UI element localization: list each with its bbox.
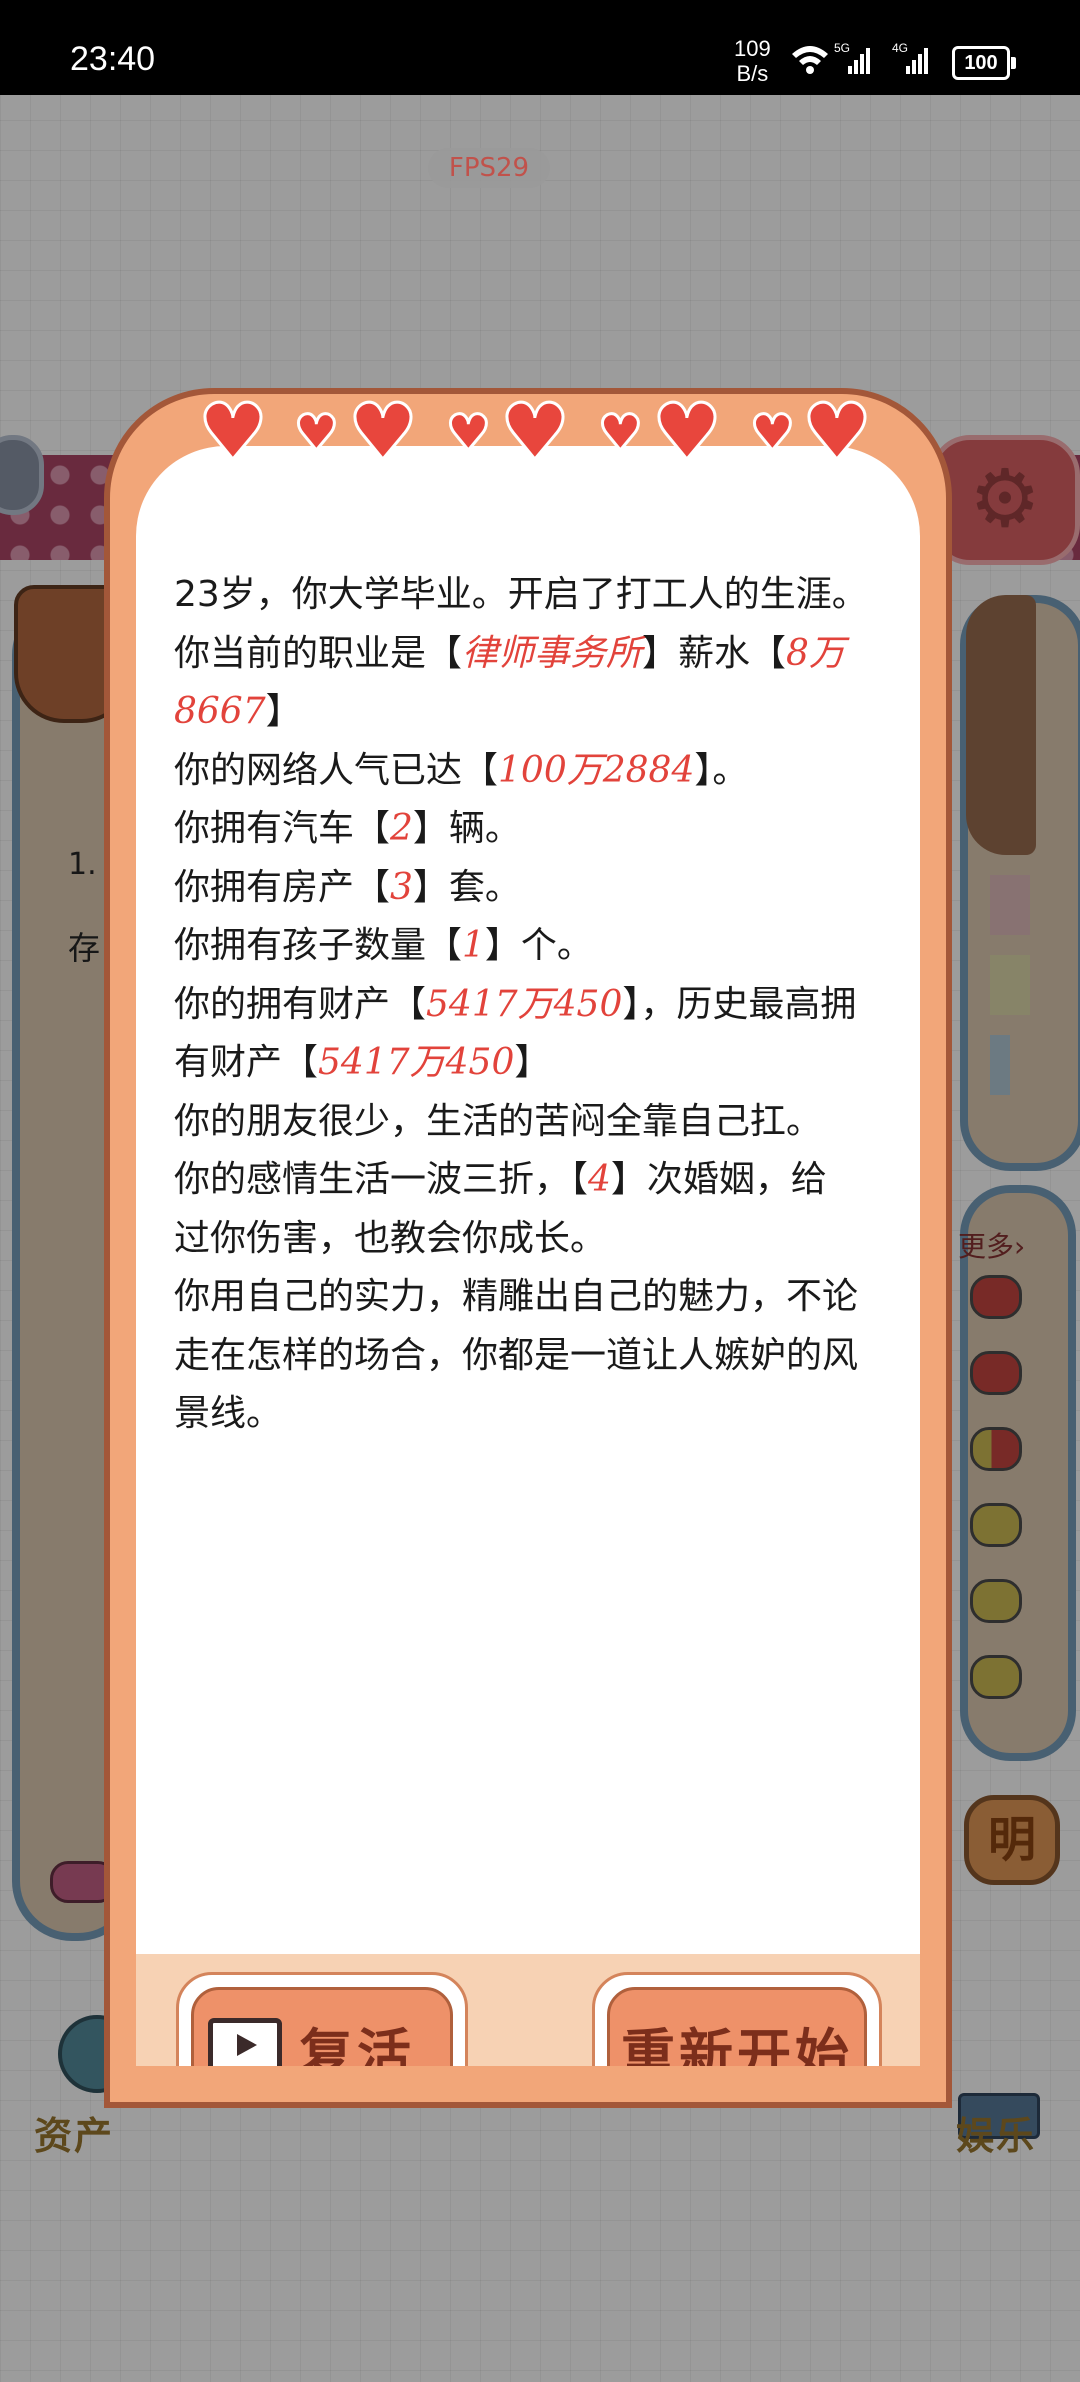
story-text: 】次婚姻，给 (610, 1159, 827, 1200)
story-line: 有财产【5417万450】 (174, 1034, 920, 1093)
fps-counter: FPS29 (428, 148, 550, 188)
story-text: 】辆。 (412, 808, 521, 849)
story-text: 】薪水【 (642, 632, 787, 674)
story-text: 】 (265, 691, 302, 732)
heart-icon: ♥ (597, 403, 645, 464)
story-highlight: 2 (390, 808, 413, 849)
result-dialog: 23岁，你大学毕业。开启了打工人的生涯。 你当前的职业是【律师事务所】薪水【8万 8… (104, 387, 952, 2108)
life-story-text: 23岁，你大学毕业。开启了打工人的生涯。 你当前的职业是【律师事务所】薪水【8万 8… (174, 566, 920, 1444)
story-text: 你拥有孩子数量【 (174, 925, 463, 966)
story-line: 你拥有汽车【2】辆。 (174, 800, 920, 859)
story-line: 过你伤害，也教会你成长。 (174, 1210, 920, 1269)
network-4g-label: 4G (892, 41, 908, 55)
story-text: 你拥有汽车【 (174, 808, 391, 849)
story-line: 走在怎样的场合，你都是一道让人嫉妒的风 (174, 1327, 920, 1386)
network-speed-value: 109 (734, 36, 771, 61)
restart-label: 重新开始 (621, 2023, 853, 2066)
story-highlight: 8667 (174, 691, 266, 732)
revive-button[interactable]: 复活 (176, 1972, 468, 2066)
story-highlight: 3 (390, 866, 413, 908)
story-line: 你的拥有财产【5417万450】，历史最高拥 (174, 976, 920, 1035)
story-highlight: 100万2884 (498, 749, 695, 791)
heart-icon: ♥ (651, 387, 724, 480)
heart-icon: ♥ (499, 387, 572, 480)
status-time: 23:40 (70, 40, 156, 78)
story-line: 你的朋友很少，生活的苦闷全靠自己扛。 (174, 1093, 920, 1152)
story-line: 你拥有房产【3】套。 (174, 859, 920, 918)
story-text: 你用自己的实力，精雕出自己的魅力，不论 (174, 1276, 859, 1317)
story-line: 景线。 (174, 1385, 920, 1444)
wifi-icon (792, 46, 828, 74)
story-text: 】套。 (412, 866, 521, 908)
story-line: 你当前的职业是【律师事务所】薪水【8万 (174, 625, 920, 684)
story-highlight: 1 (462, 925, 485, 966)
story-line: 8667】 (174, 683, 920, 742)
revive-button-face: 复活 (191, 1987, 453, 2066)
story-text: 你拥有房产【 (174, 866, 391, 908)
story-text: 有财产【 (174, 1042, 319, 1083)
restart-button[interactable]: 重新开始 (592, 1972, 882, 2066)
revive-label: 复活 (299, 2023, 415, 2066)
battery-icon: 100 (952, 46, 1016, 80)
signal-5g-icon (848, 48, 870, 74)
heart-icon: ♥ (197, 387, 270, 480)
heart-icon: ♥ (801, 387, 874, 480)
dialog-actions: 复活 重新开始 (136, 1954, 920, 2066)
restart-button-face: 重新开始 (607, 1987, 867, 2066)
heart-garland: ♥ ♥ ♥ ♥ ♥ ♥ ♥ ♥ ♥ (197, 387, 878, 480)
story-text: 你的网络人气已达【 (174, 749, 499, 791)
story-text: 你当前的职业是【 (174, 632, 463, 674)
story-highlight: 5417万450 (426, 983, 623, 1025)
story-text: 景线。 (174, 1393, 283, 1434)
network-speed: 109 B/s (734, 36, 771, 86)
story-text: 】，历史最高拥 (622, 983, 857, 1025)
story-text: 】。 (694, 749, 749, 791)
story-line: 你的网络人气已达【100万2884】。 (174, 742, 920, 801)
story-line: 23岁，你大学毕业。开启了打工人的生涯。 (174, 566, 920, 625)
story-highlight: 8万 (786, 632, 845, 674)
story-text: 过你伤害，也教会你成长。 (174, 1217, 607, 1259)
story-line: 你拥有孩子数量【1】个。 (174, 917, 920, 976)
heart-icon: ♥ (445, 403, 493, 464)
story-highlight: 律师事务所 (462, 632, 643, 674)
story-highlight: 5417万450 (318, 1042, 515, 1083)
story-text: 】个。 (484, 925, 593, 966)
signal-4g-icon (906, 48, 928, 74)
story-text: 23岁，你大学毕业。开启了打工人的生涯。 (174, 574, 868, 615)
story-line: 你用自己的实力，精雕出自己的魅力，不论 (174, 1268, 920, 1327)
heart-icon: ♥ (347, 387, 420, 480)
story-line: 你的感情生活一波三折，【4】次婚姻，给 (174, 1151, 920, 1210)
story-text: 】 (514, 1042, 551, 1083)
story-text: 你的感情生活一波三折，【 (174, 1159, 589, 1200)
network-5g-label: 5G (834, 41, 850, 55)
network-speed-unit: B/s (736, 61, 769, 86)
heart-icon: ♥ (293, 403, 341, 464)
story-text: 你的拥有财产【 (174, 983, 427, 1025)
dialog-content: 23岁，你大学毕业。开启了打工人的生涯。 你当前的职业是【律师事务所】薪水【8万 8… (136, 446, 920, 2066)
story-highlight: 4 (588, 1159, 611, 1200)
status-bar: 23:40 109 B/s 5G 4G 100 (0, 0, 1080, 95)
heart-icon: ♥ (749, 403, 797, 464)
story-text: 走在怎样的场合，你都是一道让人嫉妒的风 (174, 1334, 859, 1376)
story-text: 你的朋友很少，生活的苦闷全靠自己扛。 (174, 1100, 823, 1142)
